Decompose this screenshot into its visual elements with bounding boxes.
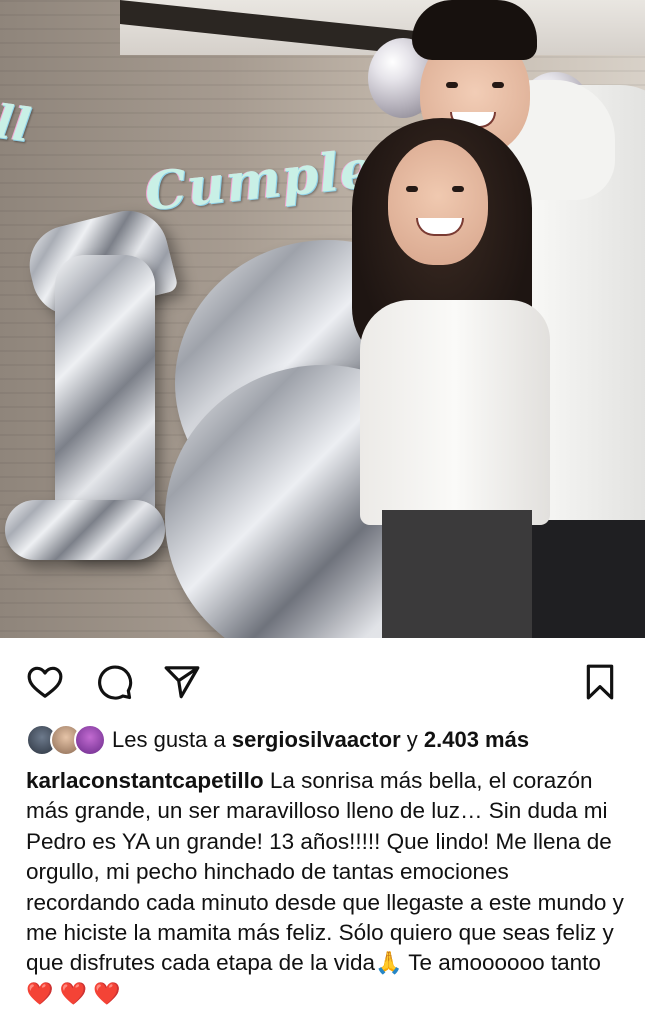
red-heart-icon: ❤️: [26, 980, 54, 1006]
like-button[interactable]: [23, 660, 67, 704]
liker-avatars: [26, 724, 106, 756]
likes-count[interactable]: 2.403 más: [424, 727, 529, 752]
caption-username[interactable]: karlaconstantcapetillo: [26, 768, 264, 793]
post-photo[interactable]: ll Cumpleaños: [0, 0, 645, 638]
comment-button[interactable]: [92, 660, 136, 704]
eye: [406, 186, 418, 192]
paper-plane-icon: [164, 666, 200, 699]
post-action-bar: [0, 638, 645, 723]
woman-pants: [382, 510, 532, 638]
avatar: [74, 724, 106, 756]
liker-username[interactable]: sergiosilvaactor: [232, 727, 401, 752]
post-caption: karlaconstantcapetillo La sonrisa más be…: [26, 766, 626, 1009]
praying-hands-icon: 🙏: [375, 950, 403, 976]
balloon-one-foot: [5, 500, 165, 560]
likes-prefix: Les gusta a: [112, 727, 226, 752]
eye: [452, 186, 464, 192]
instagram-post: ll Cumpleaños Les gusta a sergiosilvaact…: [0, 0, 645, 1024]
red-heart-icon: ❤️: [59, 980, 88, 1006]
woman-face: [388, 140, 488, 265]
woman-sweater: [360, 300, 550, 525]
caption-text-end: Te amoooooo tanto: [402, 950, 601, 976]
likes-conjunction: y: [406, 727, 418, 752]
smile: [416, 218, 464, 236]
likes-text: Les gusta a sergiosilvaactor y 2.403 más: [112, 727, 529, 753]
heart-outline-icon: [27, 666, 63, 698]
eye: [446, 82, 458, 88]
likes-row[interactable]: Les gusta a sergiosilvaactor y 2.403 más: [26, 722, 529, 758]
red-heart-icon: ❤️: [93, 980, 121, 1006]
eye: [492, 82, 504, 88]
bookmark-outline-icon: [586, 664, 614, 700]
boy-hair: [412, 0, 537, 60]
banner-letters: ll: [0, 94, 34, 153]
comment-bubble-icon: [98, 665, 133, 700]
boy-pants: [530, 520, 645, 638]
share-button[interactable]: [160, 660, 204, 704]
caption-text: La sonrisa más bella, el corazón más gra…: [26, 768, 624, 976]
save-button[interactable]: [578, 660, 622, 704]
